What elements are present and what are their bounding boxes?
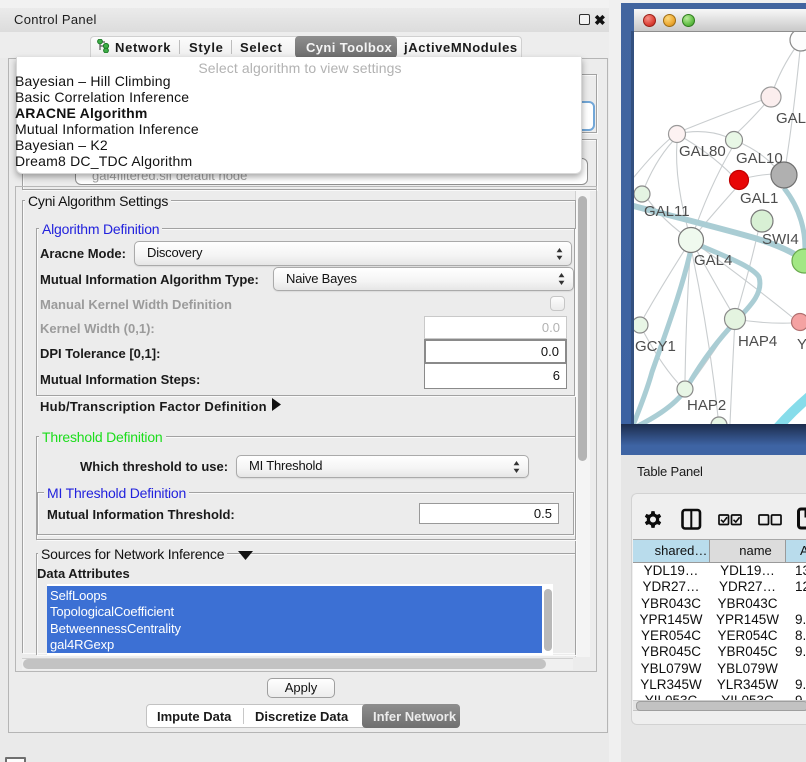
svg-text:GCY1: GCY1	[635, 338, 676, 355]
svg-text:HAP2: HAP2	[687, 397, 726, 414]
svg-text:GAL4: GAL4	[694, 252, 732, 269]
svg-text:SWI4: SWI4	[762, 231, 799, 248]
svg-text:GAL10: GAL10	[736, 150, 783, 167]
svg-text:GAL7: GAL7	[776, 110, 806, 127]
svg-text:GAL80: GAL80	[679, 143, 726, 160]
svg-text:GAL1: GAL1	[740, 190, 778, 207]
svg-text:HAP4: HAP4	[738, 333, 777, 350]
svg-text:Y: Y	[797, 336, 806, 353]
svg-text:GAL11: GAL11	[644, 203, 690, 220]
